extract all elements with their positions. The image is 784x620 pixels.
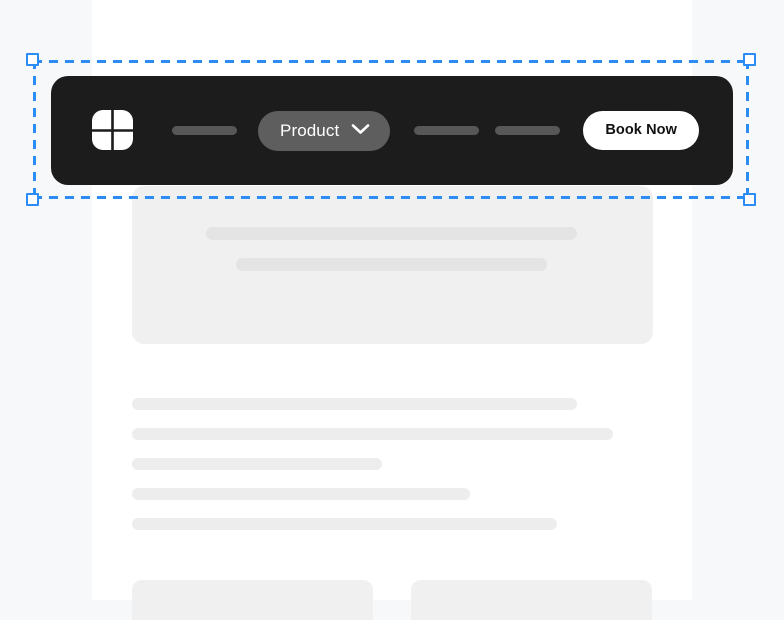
- content-card-right: [411, 580, 652, 620]
- body-text-block: [132, 398, 613, 548]
- navbar-links: Product: [172, 110, 583, 151]
- product-dropdown-label: Product: [280, 121, 340, 140]
- body-text-placeholder-4: [132, 488, 470, 500]
- body-text-placeholder-2: [132, 428, 613, 440]
- nav-link-placeholder-3[interactable]: [495, 126, 561, 135]
- leaf-petal-logo-icon[interactable]: [90, 108, 135, 153]
- content-card-left: [132, 580, 373, 620]
- body-text-placeholder-1: [132, 398, 577, 410]
- book-now-button[interactable]: Book Now: [583, 111, 699, 150]
- navbar-component[interactable]: Product Book Now: [51, 76, 733, 185]
- body-text-placeholder-5: [132, 518, 557, 530]
- product-dropdown[interactable]: Product: [258, 110, 391, 151]
- hero-heading-placeholder: [206, 227, 577, 240]
- hero-subheading-placeholder: [236, 258, 547, 271]
- chevron-down-icon: [351, 122, 370, 140]
- nav-link-placeholder-2[interactable]: [414, 126, 480, 135]
- nav-link-placeholder-1[interactable]: [172, 126, 237, 135]
- body-text-placeholder-3: [132, 458, 382, 470]
- hero-card: [132, 186, 653, 344]
- content-card-row: [132, 580, 653, 620]
